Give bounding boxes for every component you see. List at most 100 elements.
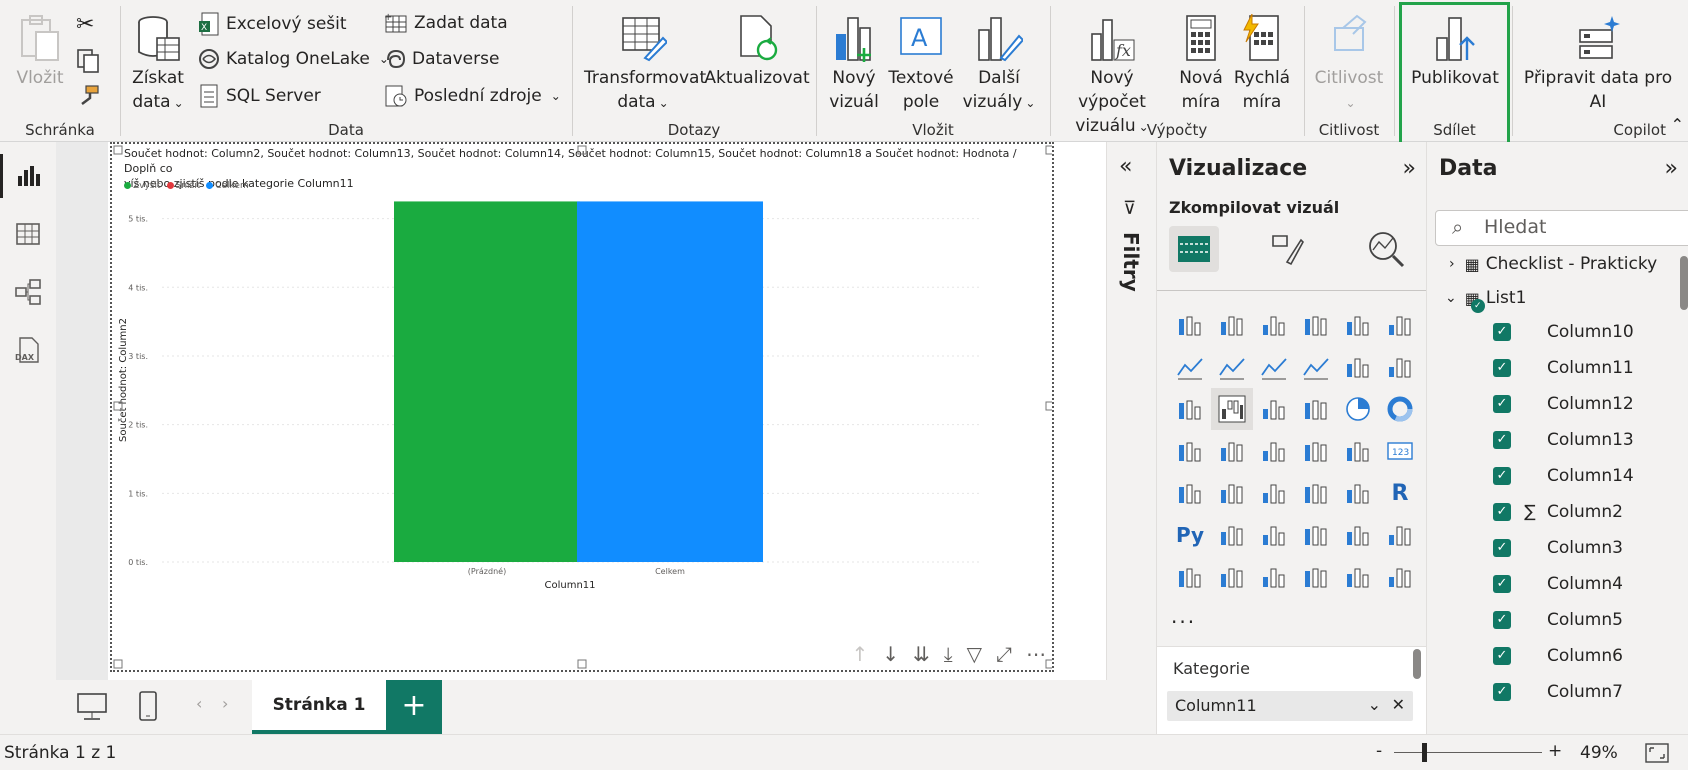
table-icon[interactable] xyxy=(1295,472,1337,514)
button-slicer-icon[interactable] xyxy=(1253,556,1295,598)
field-checkbox[interactable]: ✓ xyxy=(1493,611,1511,629)
textbox-button[interactable]: A Textové pole xyxy=(888,14,954,114)
arrow-chevron-icon[interactable] xyxy=(1379,556,1421,598)
field-checkbox[interactable]: ✓ xyxy=(1493,395,1511,413)
r-visual-icon[interactable]: R xyxy=(1379,472,1421,514)
field-checkbox[interactable]: ✓ xyxy=(1493,431,1511,449)
zoom-in-button[interactable]: + xyxy=(1548,741,1562,761)
treemap-icon[interactable] xyxy=(1169,430,1211,472)
field-checkbox[interactable]: ✓ xyxy=(1493,539,1511,557)
analytics-tab[interactable] xyxy=(1367,230,1405,272)
desktop-layout-icon[interactable] xyxy=(76,692,108,722)
goals-icon[interactable] xyxy=(1379,514,1421,556)
waterfall-chart-icon[interactable] xyxy=(1211,388,1253,430)
quick-measure-button[interactable]: Rychlá míra xyxy=(1230,14,1294,114)
table-node-checklist[interactable]: › ▦ Checklist - Prakticky xyxy=(1449,246,1657,282)
field-item[interactable]: ✓ Column10 xyxy=(1493,314,1634,350)
onelake-catalog-button[interactable]: Katalog OneLake ⌄ xyxy=(198,48,389,70)
filters-pane-collapsed[interactable]: « ⊽ Filtry xyxy=(1106,142,1156,680)
filter-icon[interactable]: ▽ xyxy=(967,642,982,666)
table-view-icon[interactable] xyxy=(14,220,42,248)
excel-workbook-button[interactable]: X Excelový sešit xyxy=(198,12,347,36)
key-influencers-icon[interactable] xyxy=(1211,514,1253,556)
filled-map-icon[interactable] xyxy=(1253,430,1295,472)
field-item[interactable]: ✓ Column4 xyxy=(1493,566,1623,602)
field-item[interactable]: ✓ Column5 xyxy=(1493,602,1623,638)
power-automate-icon[interactable] xyxy=(1211,556,1253,598)
stacked-column-chart-icon[interactable] xyxy=(1211,304,1253,346)
line-and-stacked-column-icon[interactable] xyxy=(1337,346,1379,388)
sql-server-button[interactable]: SQL Server xyxy=(198,84,321,108)
enter-data-button[interactable]: + Zadat data xyxy=(384,12,508,34)
go-to-next-level-icon[interactable]: ⇊ xyxy=(913,642,930,666)
add-page-button[interactable]: + xyxy=(386,680,442,734)
map-icon[interactable] xyxy=(1211,430,1253,472)
waterfall-chart-visual[interactable]: Součet hodnot: Column2, Součet hodnot: C… xyxy=(110,142,1054,672)
field-item[interactable]: ✓ ∑ Column2 xyxy=(1493,494,1623,530)
drill-up-icon[interactable]: ↑ xyxy=(851,642,868,666)
ribbon-chart-icon[interactable] xyxy=(1169,388,1211,430)
azure-map-icon[interactable] xyxy=(1295,430,1337,472)
field-item[interactable]: ✓ Column6 xyxy=(1493,638,1623,674)
more-options-icon[interactable]: ⋯ xyxy=(1026,642,1046,666)
python-visual-icon[interactable]: Py xyxy=(1169,514,1211,556)
copy-button[interactable] xyxy=(76,48,100,74)
field-item[interactable]: ✓ Column12 xyxy=(1493,386,1634,422)
gauge-icon[interactable] xyxy=(1337,430,1379,472)
expand-hierarchy-icon[interactable]: ⤓ xyxy=(944,642,953,666)
stacked-area-chart-icon[interactable] xyxy=(1253,346,1295,388)
qa-icon[interactable] xyxy=(1295,514,1337,556)
next-page-icon[interactable]: › xyxy=(222,694,228,713)
field-item[interactable]: ✓ Column14 xyxy=(1493,458,1634,494)
zoom-slider-thumb[interactable] xyxy=(1422,743,1427,762)
model-view-icon[interactable] xyxy=(14,278,42,306)
build-visual-tab[interactable] xyxy=(1169,226,1219,272)
field-item[interactable]: ✓ Column11 xyxy=(1493,350,1634,386)
remove-field-icon[interactable]: ✕ xyxy=(1392,695,1405,714)
transform-data-button[interactable]: Transformovat data ⌄ xyxy=(584,14,706,115)
field-checkbox[interactable]: ✓ xyxy=(1493,323,1511,341)
field-item[interactable]: ✓ Column7 xyxy=(1493,674,1623,710)
more-visuals-button[interactable]: Další vizuály ⌄ xyxy=(960,14,1038,115)
recent-sources-button[interactable]: Poslední zdroje ⌄ xyxy=(384,84,561,108)
funnel-chart-icon[interactable] xyxy=(1253,388,1295,430)
table-node-list1[interactable]: ⌄ ▦ ✓ List1 xyxy=(1445,280,1526,316)
multi-row-card-icon[interactable] xyxy=(1169,472,1211,514)
donut-chart-icon[interactable] xyxy=(1379,388,1421,430)
100-stacked-area-chart-icon[interactable] xyxy=(1295,346,1337,388)
stacked-bar-chart-icon[interactable] xyxy=(1169,304,1211,346)
more-visuals-ellipsis[interactable]: ... xyxy=(1171,604,1196,628)
scatter-chart-icon[interactable] xyxy=(1295,388,1337,430)
area-chart-icon[interactable] xyxy=(1211,346,1253,388)
category-field-pill[interactable]: Column11 ⌄ ✕ xyxy=(1167,691,1413,721)
line-and-clustered-column-icon[interactable] xyxy=(1379,346,1421,388)
prepare-data-for-ai-button[interactable]: Připravit data pro AI xyxy=(1518,14,1678,114)
field-checkbox[interactable]: ✓ xyxy=(1493,575,1511,593)
paste-button[interactable]: Vložit xyxy=(12,14,68,90)
kpi-icon[interactable] xyxy=(1211,472,1253,514)
collapse-data-pane-icon[interactable]: » xyxy=(1665,156,1678,181)
get-data-button[interactable]: Získat data ⌄ xyxy=(130,14,186,115)
field-checkbox[interactable]: ✓ xyxy=(1493,503,1511,521)
field-checkbox[interactable]: ✓ xyxy=(1493,359,1511,377)
page-tab-1[interactable]: Stránka 1 xyxy=(252,680,386,734)
format-visual-tab[interactable] xyxy=(1269,232,1305,270)
zoom-out-button[interactable]: - xyxy=(1376,741,1382,761)
clustered-bar-chart-icon[interactable] xyxy=(1253,304,1295,346)
clustered-column-chart-icon[interactable] xyxy=(1295,304,1337,346)
pie-chart-icon[interactable] xyxy=(1337,388,1379,430)
narrative-icon[interactable] xyxy=(1169,556,1211,598)
field-checkbox[interactable]: ✓ xyxy=(1493,467,1511,485)
sensitivity-button[interactable]: Citlivost ⌄ xyxy=(1312,14,1386,115)
paginated-report-icon[interactable] xyxy=(1337,514,1379,556)
viz-pane-scrollbar[interactable] xyxy=(1413,649,1421,679)
power-automate-flow-icon[interactable] xyxy=(1337,556,1379,598)
refresh-button[interactable]: Aktualizovat xyxy=(704,14,810,90)
format-painter-button[interactable] xyxy=(76,84,100,108)
new-measure-button[interactable]: Nová míra xyxy=(1174,14,1228,114)
field-item[interactable]: ✓ Column13 xyxy=(1493,422,1634,458)
data-search-input[interactable]: ⌕ Hledat xyxy=(1435,210,1688,246)
power-apps-icon[interactable] xyxy=(1295,556,1337,598)
previous-page-icon[interactable]: ‹ xyxy=(196,694,202,713)
field-checkbox[interactable]: ✓ xyxy=(1493,647,1511,665)
